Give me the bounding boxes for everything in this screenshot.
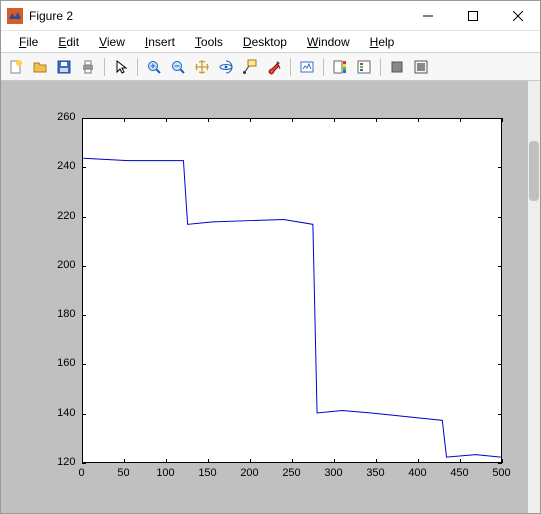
menu-help[interactable]: Help xyxy=(360,33,405,51)
x-tick xyxy=(418,459,419,463)
pan-button[interactable] xyxy=(191,56,213,78)
y-tick xyxy=(82,364,86,365)
brush-button[interactable] xyxy=(263,56,285,78)
save-button[interactable] xyxy=(53,56,75,78)
line-series xyxy=(83,119,501,462)
x-tick xyxy=(376,118,377,122)
menu-insert[interactable]: Insert xyxy=(135,33,185,51)
app-icon xyxy=(7,8,23,24)
x-tick xyxy=(208,459,209,463)
y-tick xyxy=(82,266,86,267)
maximize-button[interactable] xyxy=(450,1,495,31)
x-tick xyxy=(376,459,377,463)
y-tick xyxy=(498,315,502,316)
y-tick-label: 180 xyxy=(46,308,76,320)
x-tick-label: 300 xyxy=(319,467,349,479)
menu-file[interactable]: File xyxy=(9,33,48,51)
x-tick xyxy=(82,118,83,122)
x-tick xyxy=(124,118,125,122)
menu-view[interactable]: View xyxy=(89,33,135,51)
x-tick xyxy=(502,118,503,122)
x-tick xyxy=(166,118,167,122)
x-tick-label: 500 xyxy=(487,467,517,479)
y-tick-label: 160 xyxy=(46,357,76,369)
y-tick xyxy=(82,315,86,316)
x-tick xyxy=(82,459,83,463)
hide-tools-button[interactable] xyxy=(386,56,408,78)
y-tick-label: 140 xyxy=(46,407,76,419)
toolbar-sep xyxy=(137,58,138,76)
toolbar xyxy=(1,53,540,81)
titlebar: Figure 2 xyxy=(1,1,540,31)
zoom-in-button[interactable] xyxy=(143,56,165,78)
y-tick xyxy=(498,266,502,267)
x-tick-label: 450 xyxy=(445,467,475,479)
y-tick-label: 260 xyxy=(46,111,76,123)
colorbar-button[interactable] xyxy=(329,56,351,78)
menu-desktop[interactable]: Desktop xyxy=(233,33,297,51)
y-tick xyxy=(82,217,86,218)
y-tick xyxy=(498,217,502,218)
x-tick xyxy=(334,118,335,122)
y-tick-label: 240 xyxy=(46,160,76,172)
y-tick xyxy=(498,414,502,415)
menu-window[interactable]: Window xyxy=(297,33,360,51)
plot-box xyxy=(82,118,502,463)
window-title: Figure 2 xyxy=(29,9,73,23)
minimize-button[interactable] xyxy=(405,1,450,31)
x-tick-label: 250 xyxy=(277,467,307,479)
new-figure-button[interactable] xyxy=(5,56,27,78)
x-tick-label: 100 xyxy=(151,467,181,479)
link-plot-button[interactable] xyxy=(296,56,318,78)
x-tick xyxy=(250,118,251,122)
y-tick-label: 220 xyxy=(46,210,76,222)
x-tick xyxy=(166,459,167,463)
menu-tools[interactable]: Tools xyxy=(185,33,233,51)
scrollbar-thumb[interactable] xyxy=(529,141,539,201)
y-tick-label: 200 xyxy=(46,259,76,271)
x-tick-label: 150 xyxy=(193,467,223,479)
x-tick xyxy=(502,459,503,463)
y-tick xyxy=(498,463,502,464)
x-tick xyxy=(460,459,461,463)
open-file-button[interactable] xyxy=(29,56,51,78)
toolbar-sep xyxy=(323,58,324,76)
x-tick xyxy=(124,459,125,463)
toolbar-sep xyxy=(104,58,105,76)
x-tick xyxy=(292,118,293,122)
edit-plot-button[interactable] xyxy=(110,56,132,78)
y-tick xyxy=(498,167,502,168)
x-tick xyxy=(334,459,335,463)
x-tick xyxy=(418,118,419,122)
x-tick-label: 350 xyxy=(361,467,391,479)
toolbar-sep xyxy=(380,58,381,76)
menubar: File Edit View Insert Tools Desktop Wind… xyxy=(1,31,540,53)
x-tick-label: 200 xyxy=(235,467,265,479)
toolbar-sep xyxy=(290,58,291,76)
zoom-out-button[interactable] xyxy=(167,56,189,78)
rotate-3d-button[interactable] xyxy=(215,56,237,78)
data-cursor-button[interactable] xyxy=(239,56,261,78)
x-tick xyxy=(208,118,209,122)
show-tools-button[interactable] xyxy=(410,56,432,78)
y-tick xyxy=(82,167,86,168)
y-tick xyxy=(82,463,86,464)
axes[interactable]: 120140160180200220240260 050100150200250… xyxy=(22,98,520,496)
x-tick-label: 400 xyxy=(403,467,433,479)
x-tick xyxy=(460,118,461,122)
x-tick-label: 0 xyxy=(67,467,97,479)
x-tick xyxy=(292,459,293,463)
legend-button[interactable] xyxy=(353,56,375,78)
menu-edit[interactable]: Edit xyxy=(48,33,89,51)
vertical-scrollbar[interactable] xyxy=(528,81,540,513)
print-button[interactable] xyxy=(77,56,99,78)
y-tick xyxy=(498,364,502,365)
figure-canvas[interactable]: 120140160180200220240260 050100150200250… xyxy=(1,81,540,513)
y-tick xyxy=(82,414,86,415)
close-button[interactable] xyxy=(495,1,540,31)
x-tick-label: 50 xyxy=(109,467,139,479)
x-tick xyxy=(250,459,251,463)
